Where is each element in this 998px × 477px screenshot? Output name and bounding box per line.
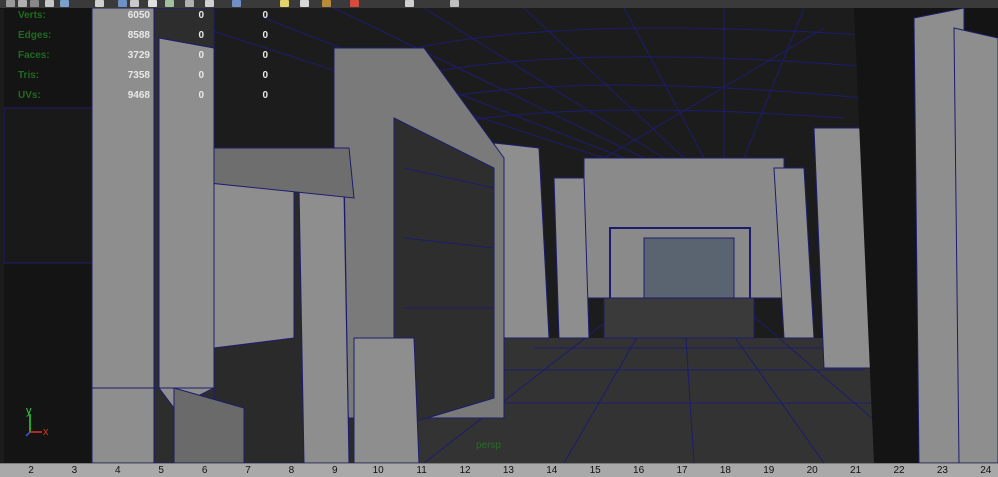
light-icon[interactable]: [165, 0, 174, 7]
timeline-tick[interactable]: 16: [629, 465, 649, 476]
time-slider[interactable]: 2 3 4 5 6 7 8 9 10 11 12 13 14 15 16 17 18 19 20 21 22 23 24: [0, 463, 998, 477]
hud-row: UVs: 9468 0 0: [18, 90, 278, 104]
hud-value-object: 7358: [127, 70, 150, 81]
rotate-tool-icon[interactable]: [18, 0, 27, 7]
timeline-tick[interactable]: 10: [368, 465, 388, 476]
hud-row: Tris: 7358 0 0: [18, 70, 278, 84]
timeline-tick[interactable]: 24: [976, 465, 996, 476]
timeline-tick[interactable]: 13: [498, 465, 518, 476]
hud-value-selected: 0: [198, 50, 204, 61]
hud-row: Edges: 8588 0 0: [18, 30, 278, 44]
timeline-tick[interactable]: 17: [672, 465, 692, 476]
light-bulb-icon[interactable]: [300, 0, 309, 7]
hud-value-object: 6050: [127, 10, 150, 21]
timeline-tick[interactable]: 15: [585, 465, 605, 476]
axis-gizmo: y x: [25, 405, 49, 438]
hud-value-selected: 0: [198, 30, 204, 41]
sphere-icon[interactable]: [280, 0, 289, 7]
camera-label: persp: [476, 440, 502, 451]
scale-tool-icon[interactable]: [30, 0, 39, 7]
camera-icon[interactable]: [95, 0, 104, 7]
timeline-tick[interactable]: 14: [542, 465, 562, 476]
timeline-tick[interactable]: 19: [759, 465, 779, 476]
axis-x-label: x: [43, 426, 49, 438]
select-icon[interactable]: [350, 0, 359, 7]
timeline-tick[interactable]: 3: [64, 465, 84, 476]
perspective-viewport[interactable]: Verts: 6050 0 0 Edges: 8588 0 0 Faces: 3729 0 0 Tris…: [4, 8, 998, 463]
hierarchy-icon[interactable]: [450, 0, 459, 7]
xray-icon[interactable]: [185, 0, 194, 7]
hud-value-selected: 0: [198, 70, 204, 81]
hud-label: Faces:: [18, 50, 50, 61]
timeline-tick[interactable]: 7: [238, 465, 258, 476]
timeline-tick[interactable]: 20: [802, 465, 822, 476]
hud-value-component: 0: [262, 30, 268, 41]
timeline-tick[interactable]: 12: [455, 465, 475, 476]
grid-icon[interactable]: [60, 0, 69, 7]
hud-value-object: 8588: [127, 30, 150, 41]
isolate-icon[interactable]: [205, 0, 214, 7]
hud-value-object: 3729: [127, 50, 150, 61]
component-icon[interactable]: [405, 0, 414, 7]
timeline-tick[interactable]: 23: [932, 465, 952, 476]
timeline-tick[interactable]: 21: [846, 465, 866, 476]
hud-label: Tris:: [18, 70, 40, 81]
hud-value-selected: 0: [198, 90, 204, 101]
timeline-tick[interactable]: 6: [195, 465, 215, 476]
display-icon[interactable]: [232, 0, 241, 7]
move-tool-icon[interactable]: [6, 0, 15, 7]
hud-value-component: 0: [262, 10, 268, 21]
texture-icon[interactable]: [148, 0, 157, 7]
snap-icon[interactable]: [45, 0, 54, 7]
hud-row: Faces: 3729 0 0: [18, 50, 278, 64]
hud-value-object: 9468: [127, 90, 150, 101]
timeline-tick[interactable]: 9: [325, 465, 345, 476]
material-icon[interactable]: [322, 0, 331, 7]
timeline-tick[interactable]: 4: [108, 465, 128, 476]
timeline-tick[interactable]: 5: [151, 465, 171, 476]
hud-value-component: 0: [262, 90, 268, 101]
hud-label: UVs:: [18, 90, 41, 101]
timeline-tick[interactable]: 22: [889, 465, 909, 476]
wireframe-icon[interactable]: [118, 0, 127, 7]
hud-row: Verts: 6050 0 0: [18, 10, 278, 24]
shaded-icon[interactable]: [130, 0, 139, 7]
hud-label: Verts:: [18, 10, 46, 21]
timeline-tick[interactable]: 2: [21, 465, 41, 476]
timeline-tick[interactable]: 8: [281, 465, 301, 476]
hud-label: Edges:: [18, 30, 52, 41]
timeline-tick[interactable]: 18: [715, 465, 735, 476]
hud-value-component: 0: [262, 50, 268, 61]
axis-y-label: y: [26, 405, 32, 417]
timeline-tick[interactable]: 11: [412, 465, 432, 476]
poly-count-hud: Verts: 6050 0 0 Edges: 8588 0 0 Faces: 3729 0 0 Tris…: [18, 10, 278, 110]
hud-value-component: 0: [262, 70, 268, 81]
hud-value-selected: 0: [198, 10, 204, 21]
